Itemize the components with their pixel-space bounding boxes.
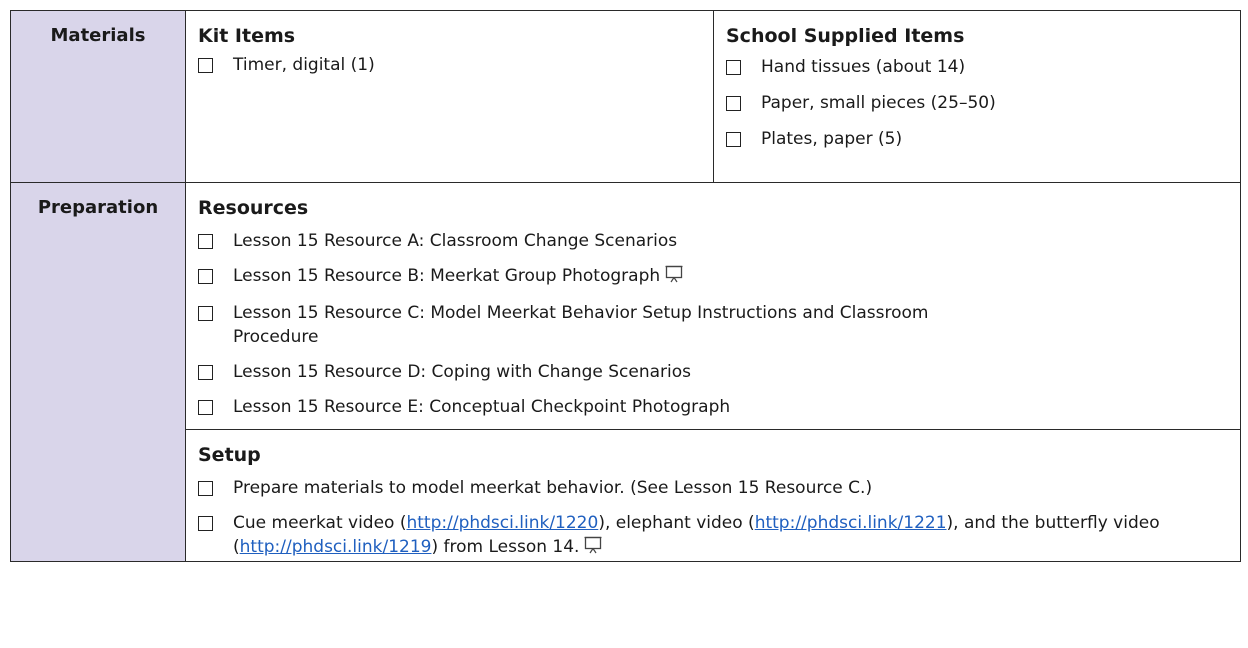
school-item: Paper, small pieces (25–50)	[714, 91, 1240, 115]
resources-heading: Resources	[198, 197, 309, 219]
resource-item: Lesson 15 Resource E: Conceptual Checkpo…	[186, 395, 1240, 419]
resource-item-text: Lesson 15 Resource E: Conceptual Checkpo…	[233, 397, 731, 417]
setup-text-part: ), elephant video (	[598, 513, 755, 533]
checkbox-icon[interactable]	[726, 132, 741, 147]
school-item-text: Plates, paper (5)	[761, 129, 903, 149]
school-items-cell: School Supplied Items Hand tissues (abou…	[713, 10, 1241, 183]
checkbox-icon[interactable]	[198, 269, 213, 284]
setup-text-part: Cue meerkat video (	[233, 513, 407, 533]
checkbox-icon[interactable]	[726, 60, 741, 75]
checkbox-icon[interactable]	[198, 365, 213, 380]
resource-item: Lesson 15 Resource C: Model Meerkat Beha…	[186, 301, 1240, 349]
setup-item-text: Prepare materials to model meerkat behav…	[233, 478, 873, 498]
setup-item: Prepare materials to model meerkat behav…	[186, 476, 1240, 500]
projector-icon	[584, 536, 602, 561]
resource-item: Lesson 15 Resource A: Classroom Change S…	[186, 229, 1240, 253]
resources-section: Resources Lesson 15 Resource A: Classroo…	[186, 183, 1240, 429]
preparation-label: Preparation	[10, 182, 186, 562]
resource-item-text: Lesson 15 Resource D: Coping with Change…	[233, 362, 692, 382]
projector-icon	[665, 265, 683, 290]
checkbox-icon[interactable]	[198, 400, 213, 415]
setup-text-part: ) from Lesson 14.	[431, 537, 580, 557]
setup-section: Setup Prepare materials to model meerkat…	[186, 429, 1240, 561]
lesson-materials-table: Materials Kit Items Timer, digital (1) S…	[10, 10, 1241, 562]
setup-item-text: Cue meerkat video (http://phdsci.link/12…	[233, 511, 1240, 561]
resource-item: Lesson 15 Resource D: Coping with Change…	[186, 360, 1240, 384]
school-item: Hand tissues (about 14)	[714, 55, 1240, 79]
school-item-text: Paper, small pieces (25–50)	[761, 93, 996, 113]
school-item: Plates, paper (5)	[714, 127, 1240, 151]
butterfly-video-link[interactable]: http://phdsci.link/1219	[240, 537, 432, 557]
preparation-content: Resources Lesson 15 Resource A: Classroo…	[185, 182, 1241, 562]
preparation-row: Preparation Resources Lesson 15 Resource…	[10, 182, 1241, 562]
checkbox-icon[interactable]	[198, 516, 213, 531]
elephant-video-link[interactable]: http://phdsci.link/1221	[755, 513, 947, 533]
setup-item: Cue meerkat video (http://phdsci.link/12…	[186, 511, 1240, 561]
meerkat-video-link[interactable]: http://phdsci.link/1220	[406, 513, 598, 533]
checkbox-icon[interactable]	[198, 481, 213, 496]
kit-item-text: Timer, digital (1)	[233, 55, 375, 75]
resource-item-text: Lesson 15 Resource A: Classroom Change S…	[233, 231, 678, 251]
kit-items-cell: Kit Items Timer, digital (1)	[185, 10, 714, 183]
resource-item: Lesson 15 Resource B: Meerkat Group Phot…	[186, 264, 1240, 290]
school-item-text: Hand tissues (about 14)	[761, 57, 966, 77]
checkbox-icon[interactable]	[198, 234, 213, 249]
school-items-heading: School Supplied Items	[726, 25, 965, 47]
checkbox-icon[interactable]	[198, 58, 213, 73]
materials-label: Materials	[10, 10, 186, 183]
checkbox-icon[interactable]	[198, 306, 213, 321]
checkbox-icon[interactable]	[726, 96, 741, 111]
resource-item-text: Lesson 15 Resource B: Meerkat Group Phot…	[233, 266, 661, 286]
kit-item: Timer, digital (1)	[186, 53, 713, 77]
resource-item-wrap: Lesson 15 Resource B: Meerkat Group Phot…	[233, 264, 1240, 290]
materials-row: Materials Kit Items Timer, digital (1) S…	[10, 10, 1241, 183]
setup-heading: Setup	[198, 444, 261, 466]
kit-items-heading: Kit Items	[198, 25, 296, 47]
resource-item-text: Lesson 15 Resource C: Model Meerkat Beha…	[233, 303, 929, 347]
